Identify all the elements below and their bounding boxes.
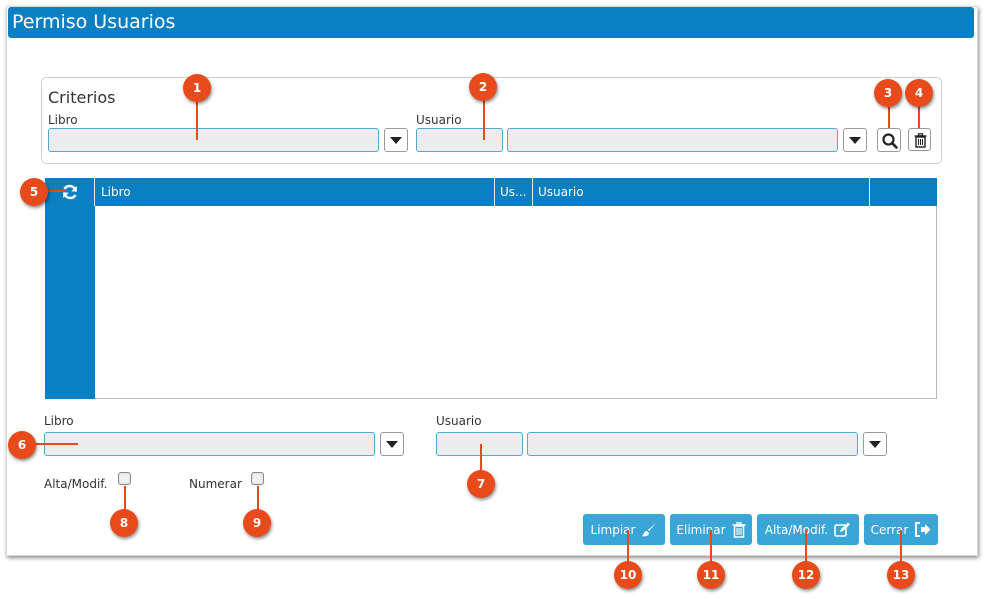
callout-badge: 9: [243, 509, 271, 537]
criterios-libro-input[interactable]: [49, 129, 378, 151]
alta-modif-button[interactable]: Alta/Modif.: [757, 514, 859, 545]
limpiar-button[interactable]: Limpiar: [583, 514, 665, 545]
grid-col-libro[interactable]: Libro: [101, 178, 131, 206]
clear-criteria-button[interactable]: [908, 128, 931, 151]
search-button[interactable]: [877, 128, 901, 152]
form-usuario-dropdown-button[interactable]: [863, 432, 887, 456]
refresh-icon: [63, 184, 77, 200]
form-usuario-name-field[interactable]: [527, 432, 858, 456]
form-usuario-label: Usuario: [436, 414, 482, 428]
grid-col-separator: [494, 178, 495, 206]
form-libro-label: Libro: [44, 414, 74, 428]
alta-modif-label: Alta/Modif.: [44, 477, 108, 491]
callout-badge: 3: [874, 79, 902, 107]
window-title: Permiso Usuarios: [8, 7, 974, 38]
callout-badge: 1: [183, 74, 211, 102]
grid-refresh-button[interactable]: [45, 178, 95, 206]
callout-leader: [196, 100, 198, 140]
criterios-usuario-dropdown-button[interactable]: [843, 128, 867, 152]
grid-col-separator: [532, 178, 533, 206]
callout-badge: 4: [905, 79, 933, 107]
grid-col-usuario[interactable]: Usuario: [538, 178, 584, 206]
brush-icon: [642, 522, 657, 536]
criterios-libro-dropdown-button[interactable]: [384, 128, 408, 152]
callout-badge: 11: [697, 561, 725, 589]
trash-icon: [732, 521, 746, 538]
form-usuario-name-input[interactable]: [528, 433, 857, 455]
callout-badge: 12: [792, 561, 820, 589]
callout-badge: 8: [110, 509, 138, 537]
criterios-usuario-code-input[interactable]: [417, 129, 502, 151]
numerar-label: Numerar: [189, 477, 242, 491]
grid-row-selector-column: [45, 206, 95, 399]
trash-icon: [914, 133, 927, 148]
form-libro-field[interactable]: [44, 432, 375, 456]
grid-col-usuario-code[interactable]: Us...: [500, 178, 526, 206]
edit-icon: [834, 522, 851, 537]
callout-badge: 5: [20, 178, 48, 206]
callout-leader: [483, 100, 485, 140]
grid-header: [45, 178, 937, 206]
callout-badge: 6: [8, 431, 36, 459]
callout-badge: 7: [467, 470, 495, 498]
results-grid: [45, 178, 937, 399]
callout-leader: [36, 443, 78, 445]
sign-out-icon: [915, 522, 931, 537]
grid-col-separator: [94, 178, 95, 206]
criterios-usuario-name-field[interactable]: [507, 128, 838, 152]
criterios-libro-field[interactable]: [48, 128, 379, 152]
callout-badge: 10: [614, 561, 642, 589]
eliminar-button-label: Eliminar: [676, 522, 726, 537]
criterios-usuario-label: Usuario: [416, 113, 462, 127]
search-icon: [882, 133, 898, 149]
criterios-title: Criterios: [48, 88, 116, 107]
criterios-usuario-name-input[interactable]: [508, 129, 837, 151]
numerar-checkbox[interactable]: [251, 472, 264, 485]
criterios-libro-label: Libro: [48, 113, 78, 127]
cerrar-button-label: Cerrar: [870, 522, 909, 537]
alta-modif-button-label: Alta/Modif.: [764, 522, 829, 537]
criterios-usuario-code-field[interactable]: [416, 128, 503, 152]
alta-modif-checkbox[interactable]: [118, 472, 131, 485]
callout-badge: 13: [887, 561, 915, 589]
form-libro-input[interactable]: [45, 433, 374, 455]
callout-badge: 2: [469, 73, 497, 101]
grid-col-separator: [869, 178, 870, 206]
form-libro-dropdown-button[interactable]: [380, 432, 404, 456]
